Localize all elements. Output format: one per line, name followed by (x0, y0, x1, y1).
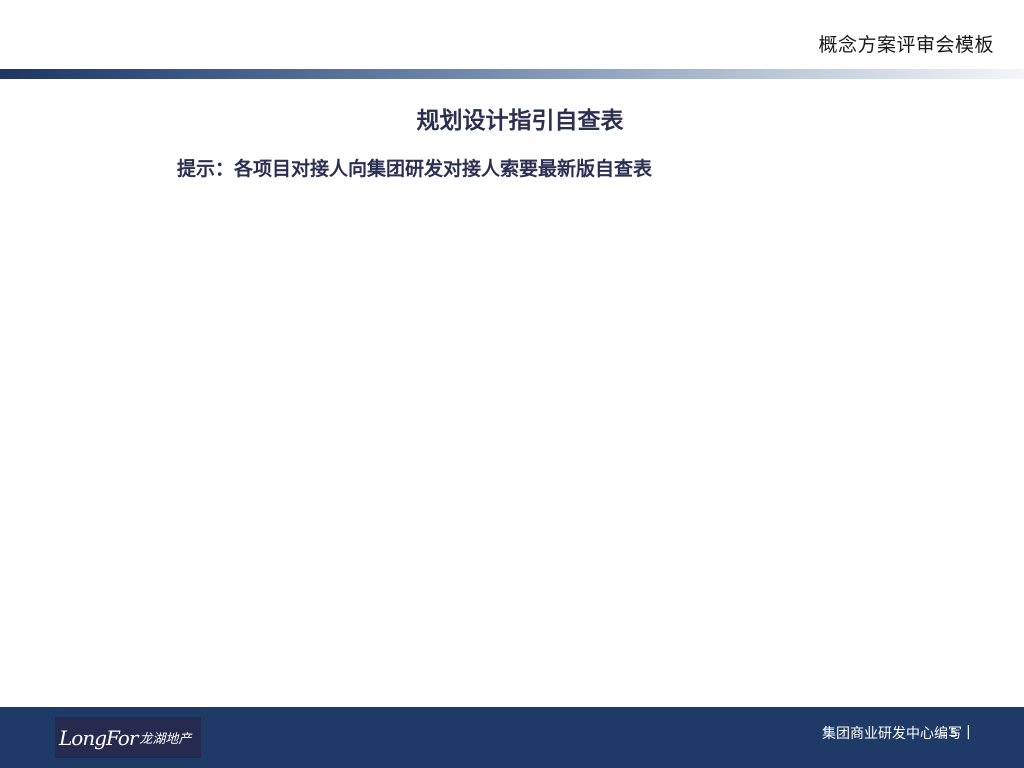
slide-title: 规划设计指引自查表 (416, 108, 624, 134)
hint-text: 提示：各项目对接人向集团研发对接人索要最新版自查表 (177, 158, 653, 180)
logo-chinese-name: 龙湖地产 (139, 732, 192, 747)
header-gradient-bar (0, 69, 1024, 79)
footer-credit: 集团商业研发中心编写 (822, 726, 962, 742)
page-separator: | (966, 724, 971, 740)
logo-wordmark: LongFor (59, 725, 138, 750)
longfor-logo: LongFor 龙湖地产 (55, 717, 201, 758)
page-number: 5 (950, 726, 958, 740)
footer: LongFor 龙湖地产 集团商业研发中心编写 5 | (0, 707, 1024, 768)
header-title: 概念方案评审会模板 (818, 34, 994, 56)
